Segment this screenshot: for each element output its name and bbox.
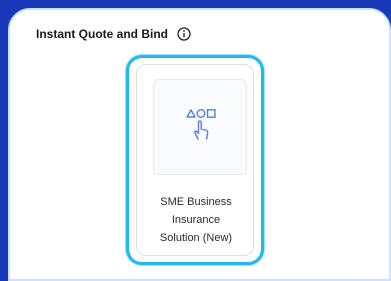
product-card-sme-business-insurance[interactable]: SME Business Insurance Solution (New) [136,64,254,256]
info-icon[interactable] [177,27,191,41]
touch-shapes-icon [178,103,222,152]
product-label-line-1: SME Business [160,196,232,208]
product-card-label: SME Business Insurance Solution (New) [137,193,255,247]
section-title: Instant Quote and Bind [36,27,168,41]
product-label-line-3: Solution (New) [159,232,233,244]
product-label-line-2: Insurance [171,214,221,226]
section-header: Instant Quote and Bind [36,27,191,41]
product-icon-box [153,79,247,175]
